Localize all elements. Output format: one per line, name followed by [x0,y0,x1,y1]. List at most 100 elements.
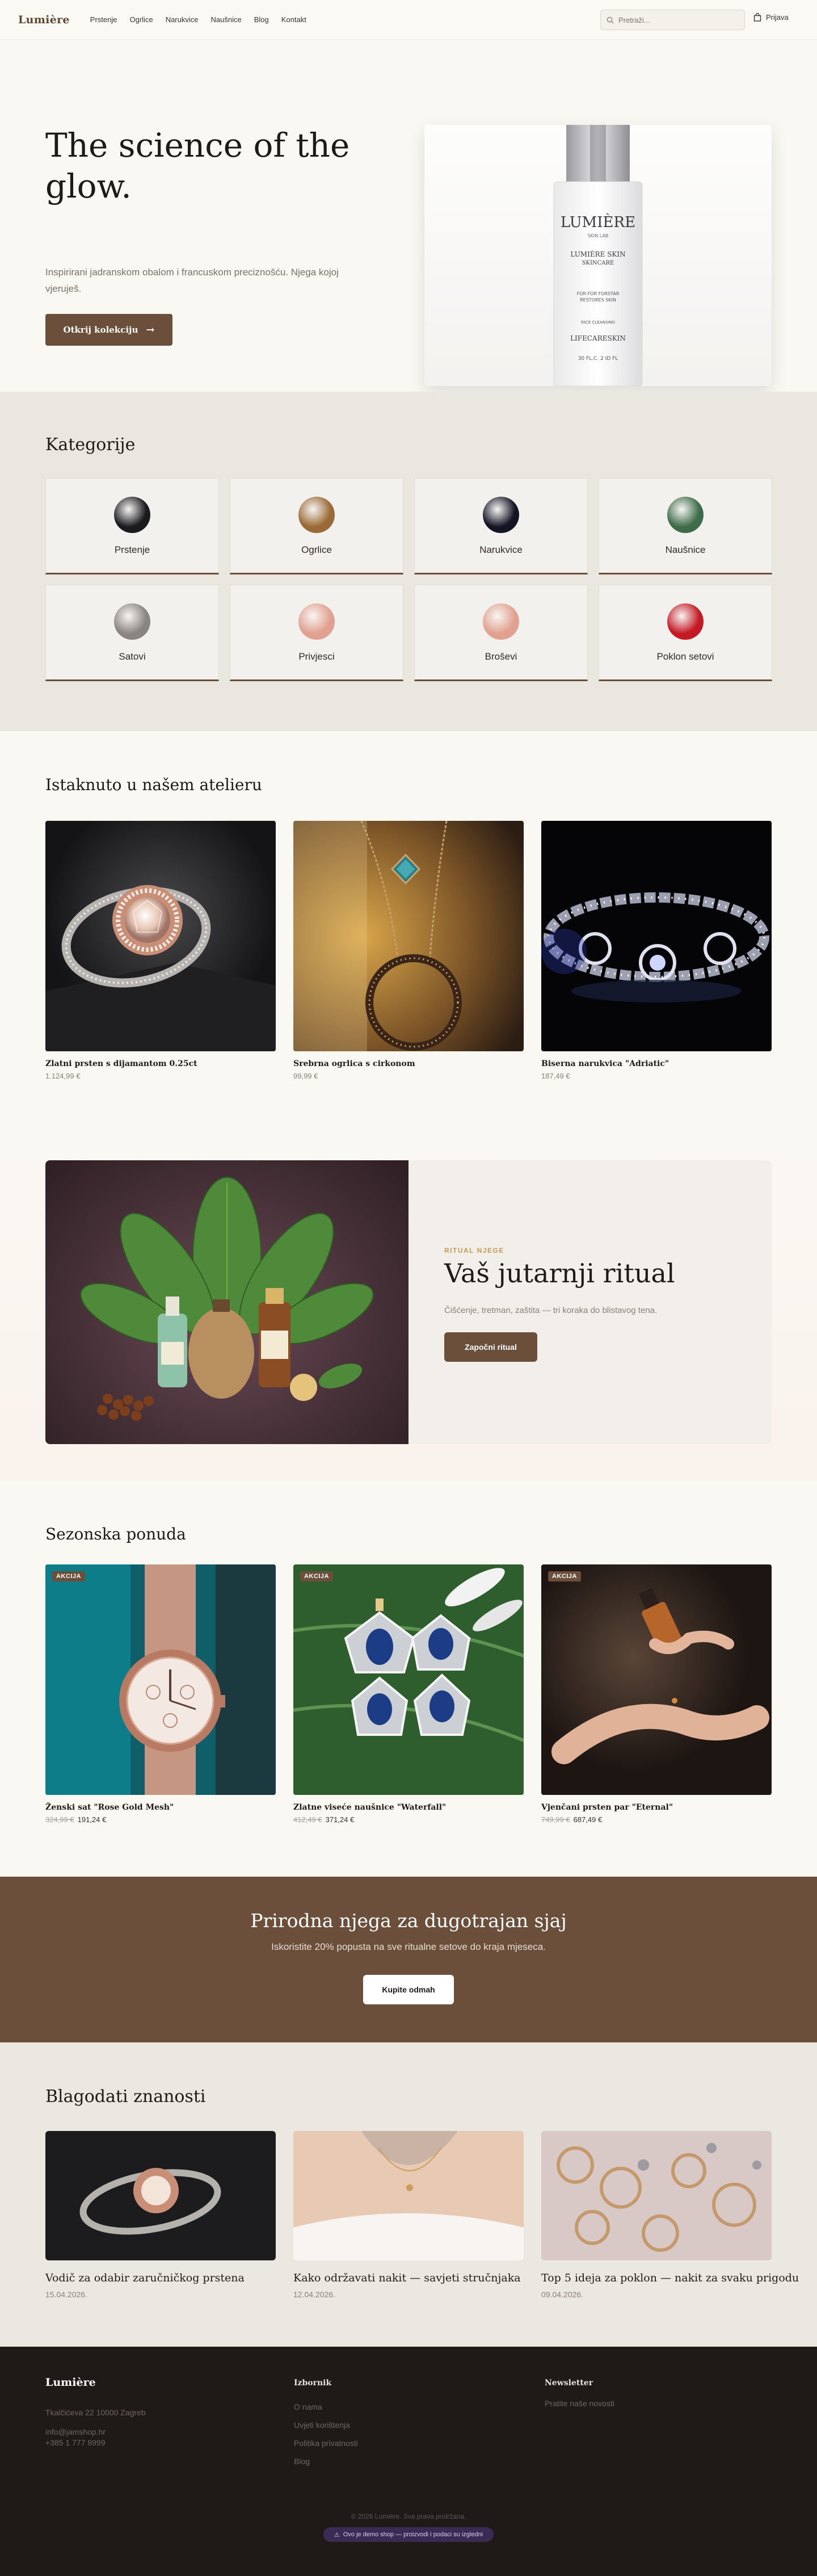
bottle-size: 30 FL.C. 2 ID FL [578,356,618,362]
category-label: Ogrlice [301,544,332,555]
blog-post-card[interactable]: Kako održavati nakit — savjeti stručnjak… [293,2131,524,2299]
product-image-bracelet[interactable] [541,821,772,1051]
nav-link-nausnice[interactable]: Naušnice [210,15,241,24]
shopping-bag-icon [753,13,761,22]
footer-address: Tkalčićeva 22 10000 Zagreb [45,2408,146,2417]
blog-post-title[interactable]: Kako održavati nakit — savjeti stručnjak… [293,2272,524,2284]
product-name[interactable]: Biserna narukvica "Adriatic" [541,1059,772,1068]
blog-post-card[interactable]: Vodič za odabir zaručničkog prstena 15.0… [45,2131,276,2299]
bottle-line-1: LUMIÈRE SKIN [570,250,625,258]
footer-email[interactable]: info@jamshop.hr [45,2427,106,2436]
footer-logo[interactable]: Lumière [45,2376,96,2389]
product-card[interactable]: AKCIJA Zlatne viseće naušnice "Waterfall… [293,1564,524,1824]
featured-title: Istaknuto u našem atelieru [45,775,262,794]
footer-copyright: © 2026 Lumière. Sva prava pridržana. [351,2512,466,2520]
category-thumbnail [483,497,519,533]
ritual-kicker: RITUAL NJEGE [444,1247,504,1255]
product-price-row: 324,99 €191,24 € [45,1815,276,1824]
promo-banner: Prirodna njega za dugotrajan sjaj Iskori… [0,1877,817,2042]
blog-post-title[interactable]: Vodič za odabir zaručničkog prstena [45,2272,276,2284]
hero-product-image: LUMIÈRE SKIN LAB LUMIÈRE SKIN SKINCARE F… [424,125,772,386]
bottle-line-6: LIFECARESKIN [570,334,626,342]
footer-newsletter-title: Newsletter [545,2378,593,2388]
footer-link-about[interactable]: O nama [294,2402,322,2411]
category-thumbnail [667,497,704,533]
product-card[interactable]: Zlatni prsten s dijamantom 0.25ct 1.124,… [45,821,276,1080]
category-card[interactable]: Prstenje [45,478,219,574]
buy-now-button[interactable]: Kupite odmah [363,1975,454,2004]
nav-link-kontakt[interactable]: Kontakt [281,15,306,24]
category-label: Privjesci [298,651,335,662]
promo-text: Iskoristite 20% popusta na sve ritualne … [271,1941,546,1952]
ritual-text: Čišćenje, tretman, zaštita — tri koraka … [444,1306,658,1315]
product-old-price: 412,49 € [293,1815,322,1824]
product-image-necklace[interactable] [293,821,524,1051]
cart-label: Prijava [766,13,789,22]
nav-link-narukvice[interactable]: Narukvice [166,15,199,24]
ritual-title: Vaš jutarnji ritual [444,1258,675,1289]
category-card[interactable]: Privjesci [230,585,403,681]
product-name[interactable]: Zlatne viseće naušnice "Waterfall" [293,1803,524,1812]
category-label: Broševi [485,651,517,662]
product-price: 191,24 € [77,1815,107,1824]
category-thumbnail [114,603,150,640]
footer-phone[interactable]: +385 1 777 8999 [45,2438,106,2447]
main-nav: Prstenje Ogrlice Narukvice Naušnice Blog… [90,15,319,24]
product-name[interactable]: Srebrna ogrlica s cirkonom [293,1059,524,1068]
footer-link-blog[interactable]: Blog [294,2457,310,2466]
product-price-row: 412,49 €371,24 € [293,1815,524,1824]
footer-link-privacy[interactable]: Politika privatnosti [294,2439,358,2448]
category-card[interactable]: Broševi [414,585,588,681]
product-image-oil-dropper[interactable]: AKCIJA [541,1564,772,1795]
ritual-card: RITUAL NJEGE Vaš jutarnji ritual Čišćenj… [45,1160,772,1444]
blog-title: Blagodati znanosti [45,2087,206,2107]
discover-collection-button[interactable]: Otkrij kolekciju → [45,314,172,346]
blog-post-image[interactable] [45,2131,276,2260]
product-image-earrings[interactable]: AKCIJA [293,1564,524,1795]
product-name[interactable]: Ženski sat "Rose Gold Mesh" [45,1803,276,1812]
product-card[interactable]: Biserna narukvica "Adriatic" 187,49 € [541,821,772,1080]
category-card[interactable]: Narukvice [414,478,588,574]
product-card[interactable]: AKCIJA Vjenčani prsten par "Eternal" 749… [541,1564,772,1824]
product-name[interactable]: Zlatni prsten s dijamantom 0.25ct [45,1059,276,1068]
nav-link-ogrlice[interactable]: Ogrlice [130,15,153,24]
hero-section: The science of the glow. Inspirirani jad… [0,40,817,392]
product-card[interactable]: AKCIJA Ženski sat "Rose Gold Mesh" 324,9… [45,1564,276,1824]
search-input[interactable] [618,15,732,24]
nav-link-prstenje[interactable]: Prstenje [90,15,117,24]
site-logo[interactable]: Lumière [18,14,70,26]
category-thumbnail [298,603,335,640]
nav-link-blog[interactable]: Blog [254,15,269,24]
hero-subtitle: Inspirirani jadranskom obalom i francusk… [45,267,339,294]
product-image-watch[interactable]: AKCIJA [45,1564,276,1795]
start-ritual-button[interactable]: Započni ritual [444,1332,537,1362]
cart-button[interactable]: Prijava [753,13,789,22]
bottle-line-4: RESTORES SKIN [580,297,616,303]
blog-post-image[interactable] [293,2131,524,2260]
category-card[interactable]: Ogrlice [230,478,403,574]
featured-section: Istaknuto u našem atelieru Zlatni prsten… [0,731,817,1124]
warning-icon: ⚠ [334,2531,340,2539]
ritual-image [45,1160,408,1444]
bottle-line-3: FOR FOR FORSTAR [577,291,620,296]
category-label: Satovi [119,651,146,662]
footer-link-terms[interactable]: Uvjeti korištenja [294,2420,350,2430]
category-card[interactable]: Naušnice [599,478,772,574]
blog-post-image[interactable] [541,2131,772,2260]
blog-post-date: 12.04.2026. [293,2290,335,2299]
demo-notice-text: Ovo je demo shop — proizvodi i podaci su… [343,2531,483,2538]
product-old-price: 324,99 € [45,1815,74,1824]
product-card[interactable]: Srebrna ogrlica s cirkonom 99,99 € [293,821,524,1080]
product-image-ring[interactable] [45,821,276,1051]
category-card[interactable]: Satovi [45,585,219,681]
sale-badge: AKCIJA [300,1571,333,1581]
category-card[interactable]: Poklon setovi [599,585,772,681]
category-thumbnail [667,603,704,640]
search-box[interactable] [600,10,745,30]
footer-menu-title: Izbornik [294,2378,332,2388]
blog-post-card[interactable]: Top 5 ideja za poklon — nakit za svaku p… [541,2131,799,2299]
blog-post-title[interactable]: Top 5 ideja za poklon — nakit za svaku p… [541,2272,799,2284]
product-name[interactable]: Vjenčani prsten par "Eternal" [541,1803,772,1812]
blog-post-date: 15.04.2026. [45,2290,87,2299]
seasonal-title: Sezonska ponuda [45,1525,186,1543]
